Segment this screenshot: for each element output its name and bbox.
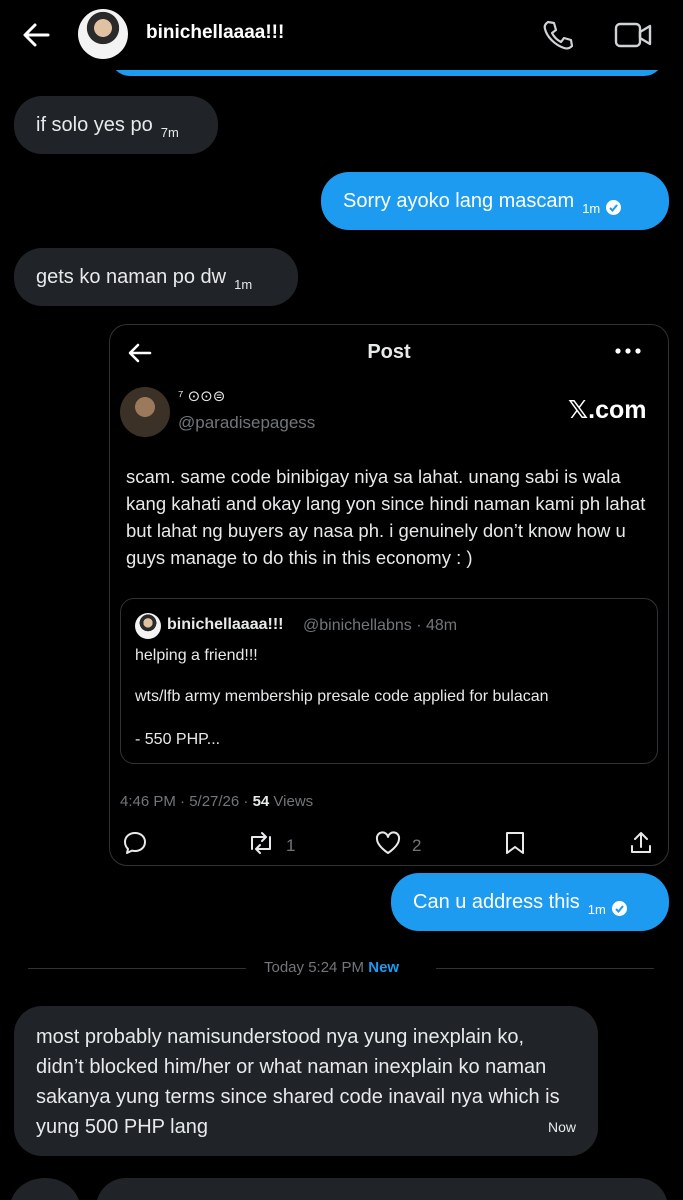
post-text: scam. same code binibigay niya sa lahat.… [126, 466, 646, 568]
received-message[interactable]: if solo yes po 7m [14, 96, 218, 154]
post-author-name[interactable]: ⁷ ⊙⊙⊜ [178, 387, 225, 405]
message-time: 1m [234, 277, 253, 292]
heart-icon [374, 830, 402, 861]
sent-message[interactable]: Can u address this 1m [391, 873, 669, 931]
divider-label: Today 5:24 PM New [264, 959, 399, 976]
quoted-text-line: - 550 PHP... [135, 731, 221, 748]
message-text: Sorry ayoko lang mascam [343, 190, 575, 212]
quoted-avatar [135, 613, 161, 639]
sent-message[interactable]: Sorry ayoko lang mascam 1m [321, 172, 669, 230]
views-count: 54 [252, 793, 270, 810]
received-message[interactable]: gets ko naman po dw 1m [14, 248, 298, 306]
composer-add-button[interactable] [10, 1178, 80, 1200]
post-author-avatar[interactable] [120, 387, 170, 437]
views-label: Views [269, 793, 314, 810]
message-text: Can u address this [413, 891, 580, 913]
post-timestamp: 4:46 PM · 5/27/26 · [120, 793, 253, 810]
message-input[interactable] [96, 1178, 668, 1200]
video-icon[interactable] [614, 20, 654, 50]
post-author-handle[interactable]: @paradisepagess [178, 413, 315, 433]
conversation-header: binichellaaaa!!! [0, 0, 683, 70]
more-icon[interactable] [610, 341, 646, 361]
retweet-icon [246, 830, 276, 861]
quoted-text-line: helping a friend!!! [135, 647, 258, 664]
quoted-author-name: binichellaaaa!!! [167, 616, 284, 633]
new-label: New [368, 959, 400, 976]
message-text: most probably namisunderstood nya yung i… [36, 1026, 560, 1138]
message-time: 1m [587, 902, 606, 917]
site-logo: 𝕏.com [568, 396, 647, 424]
shared-post-card[interactable]: Post ⁷ ⊙⊙⊜ @paradisepagess 𝕏.com scam. s… [109, 324, 669, 866]
divider-time: Today 5:24 PM [264, 959, 369, 976]
new-messages-divider: Today 5:24 PM New [28, 958, 654, 978]
quoted-text-line: wts/lfb army membership presale code app… [135, 688, 549, 705]
message-time: 7m [160, 125, 179, 140]
share-icon [628, 830, 654, 861]
back-arrow-icon[interactable] [18, 18, 54, 52]
bookmark-icon [503, 830, 527, 861]
check-icon [606, 200, 622, 215]
avatar[interactable] [78, 9, 128, 59]
message-text: gets ko naman po dw [36, 266, 227, 288]
phone-icon[interactable] [540, 18, 574, 52]
like-button[interactable]: 2 [374, 830, 421, 861]
received-message[interactable]: most probably namisunderstood nya yung i… [14, 1006, 598, 1156]
reply-button[interactable] [122, 830, 148, 861]
check-icon [611, 901, 627, 916]
quoted-author-handle: @binichellabns · 48m [303, 617, 458, 634]
post-meta: 4:46 PM · 5/27/26 · 54 Views [120, 793, 313, 810]
reply-icon [122, 830, 148, 861]
quoted-post[interactable]: binichellaaaa!!! @binichellabns · 48m he… [120, 598, 658, 764]
message-time: 1m [582, 201, 601, 216]
divider-line [28, 968, 246, 969]
divider-line [436, 968, 654, 969]
like-count: 2 [412, 835, 422, 855]
post-actions: 1 2 [110, 830, 668, 860]
message-text: if solo yes po [36, 114, 153, 136]
retweet-count: 1 [286, 835, 296, 855]
retweet-button[interactable]: 1 [246, 830, 295, 861]
header-name[interactable]: binichellaaaa!!! [146, 22, 284, 44]
post-title: Post [367, 341, 411, 363]
message-time: Now [547, 1119, 576, 1135]
share-button[interactable] [628, 830, 654, 861]
bookmark-button[interactable] [503, 830, 527, 861]
